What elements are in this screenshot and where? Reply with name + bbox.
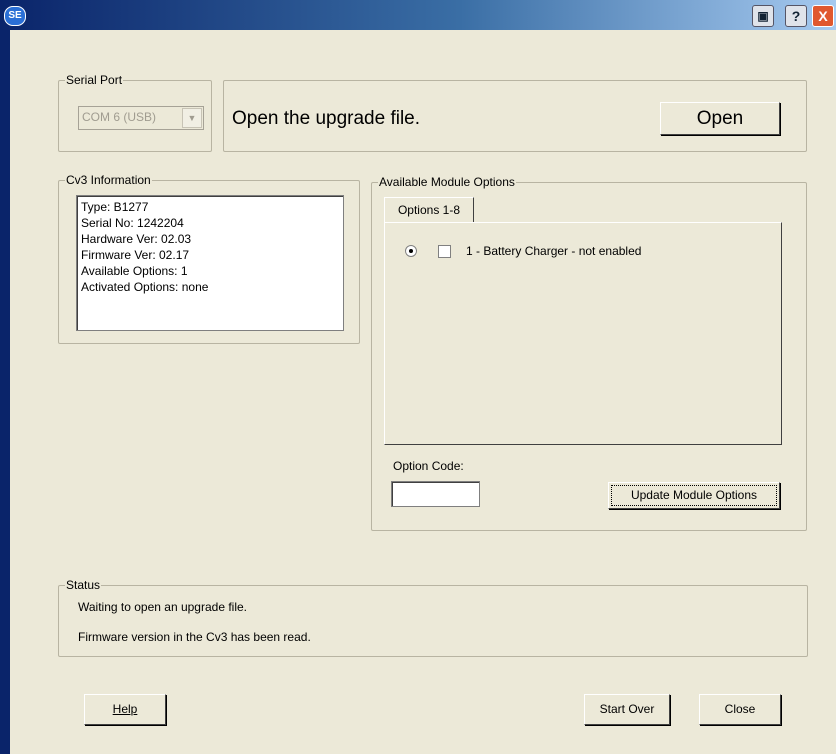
info-available: Available Options: 1 [81,264,188,278]
open-button[interactable]: Open [660,102,780,135]
update-module-options-button[interactable]: Update Module Options [608,482,780,509]
info-firmware: Firmware Ver: 02.17 [81,248,190,262]
radio-dot-icon [409,249,413,253]
close-title-button[interactable]: X [812,5,834,27]
option-1-label: 1 - Battery Charger - not enabled [466,244,642,258]
cv3-info-box[interactable]: Type: B1277 Serial No: 1242204 Hardware … [76,195,344,331]
option-code-label: Option Code: [393,459,464,473]
info-serial: Serial No: 1242204 [81,216,184,230]
help-title-button[interactable]: ? [785,5,807,27]
app-icon[interactable]: SE [4,6,26,26]
status-legend: Status [65,578,102,592]
status-message-2: Firmware version in the Cv3 has been rea… [78,630,311,644]
open-instruction: Open the upgrade file. [232,108,421,129]
start-over-button[interactable]: Start Over [584,694,670,725]
serial-port-legend: Serial Port [65,73,124,87]
restore-icon[interactable]: ▣ [752,5,774,27]
serial-port-value: COM 6 (USB) [82,110,157,124]
help-button[interactable]: Help [84,694,166,725]
info-hardware: Hardware Ver: 02.03 [81,232,192,246]
option-1-checkbox[interactable] [438,245,451,258]
status-message-1: Waiting to open an upgrade file. [78,600,248,614]
module-options-legend: Available Module Options [378,175,516,189]
info-type: Type: B1277 [81,200,149,214]
status-group: Status [58,578,808,657]
serial-port-select[interactable]: COM 6 (USB) ▼ [78,106,204,130]
option-code-input[interactable] [391,481,480,507]
tab-options-1-8[interactable]: Options 1-8 [384,197,474,222]
close-button[interactable]: Close [699,694,781,725]
title-bar[interactable]: SE ▣ ? X [0,0,836,30]
cv3-info-legend: Cv3 Information [65,173,152,187]
option-1-radio[interactable] [405,245,417,257]
chevron-down-icon[interactable]: ▼ [182,108,202,128]
info-activated: Activated Options: none [81,280,209,294]
